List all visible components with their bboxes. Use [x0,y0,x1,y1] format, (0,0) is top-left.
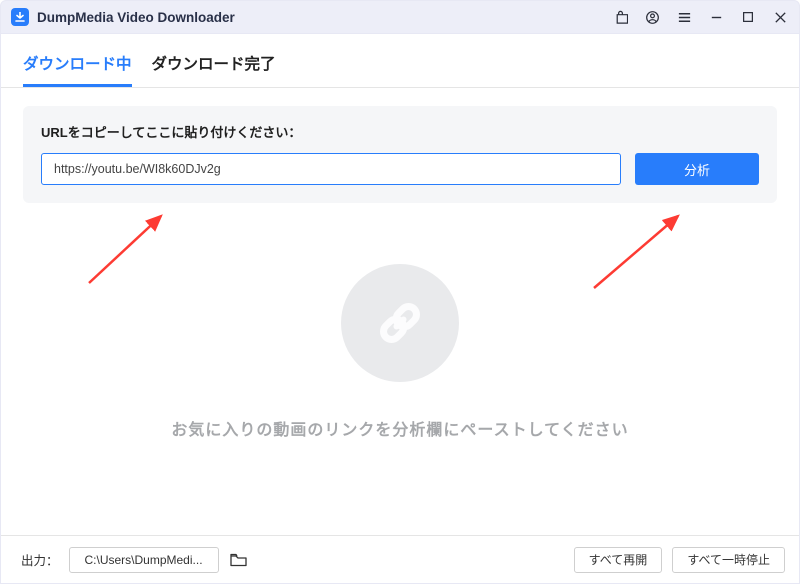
url-panel: URLをコピーしてここに貼り付けください： 分析 [23,106,777,203]
output-path-field[interactable]: C:\Users\DumpMedi... [69,547,219,573]
tab-downloaded[interactable]: ダウンロード完了 [152,52,276,87]
url-label: URLをコピーしてここに貼り付けください： [41,122,759,141]
main-frame: ダウンロード中 ダウンロード完了 URLをコピーしてここに貼り付けください： 分… [0,34,800,584]
open-folder-icon[interactable] [229,550,249,570]
app-logo-icon [11,8,29,26]
app-title: DumpMedia Video Downloader [37,10,611,25]
titlebar: DumpMedia Video Downloader [0,0,800,34]
output-label: 出力： [21,550,59,569]
maximize-icon[interactable] [739,8,757,26]
analyze-button[interactable]: 分析 [635,153,759,185]
minimize-icon[interactable] [707,8,725,26]
url-input[interactable] [41,153,621,185]
pause-all-button[interactable]: すべて一時停止 [672,547,785,573]
account-icon[interactable] [643,8,661,26]
resume-all-button[interactable]: すべて再開 [574,547,663,573]
window-controls [611,8,789,26]
close-icon[interactable] [771,8,789,26]
menu-icon[interactable] [675,8,693,26]
tab-bar: ダウンロード中 ダウンロード完了 [1,34,799,88]
link-icon [341,264,459,382]
url-row: 分析 [41,153,759,185]
empty-state: お気に入りの動画のリンクを分析欄にペーストしてください [1,264,799,440]
empty-message: お気に入りの動画のリンクを分析欄にペーストしてください [171,416,628,440]
tab-downloading[interactable]: ダウンロード中 [23,52,132,87]
footer: 出力： C:\Users\DumpMedi... すべて再開 すべて一時停止 [1,535,799,583]
shop-icon[interactable] [611,8,629,26]
